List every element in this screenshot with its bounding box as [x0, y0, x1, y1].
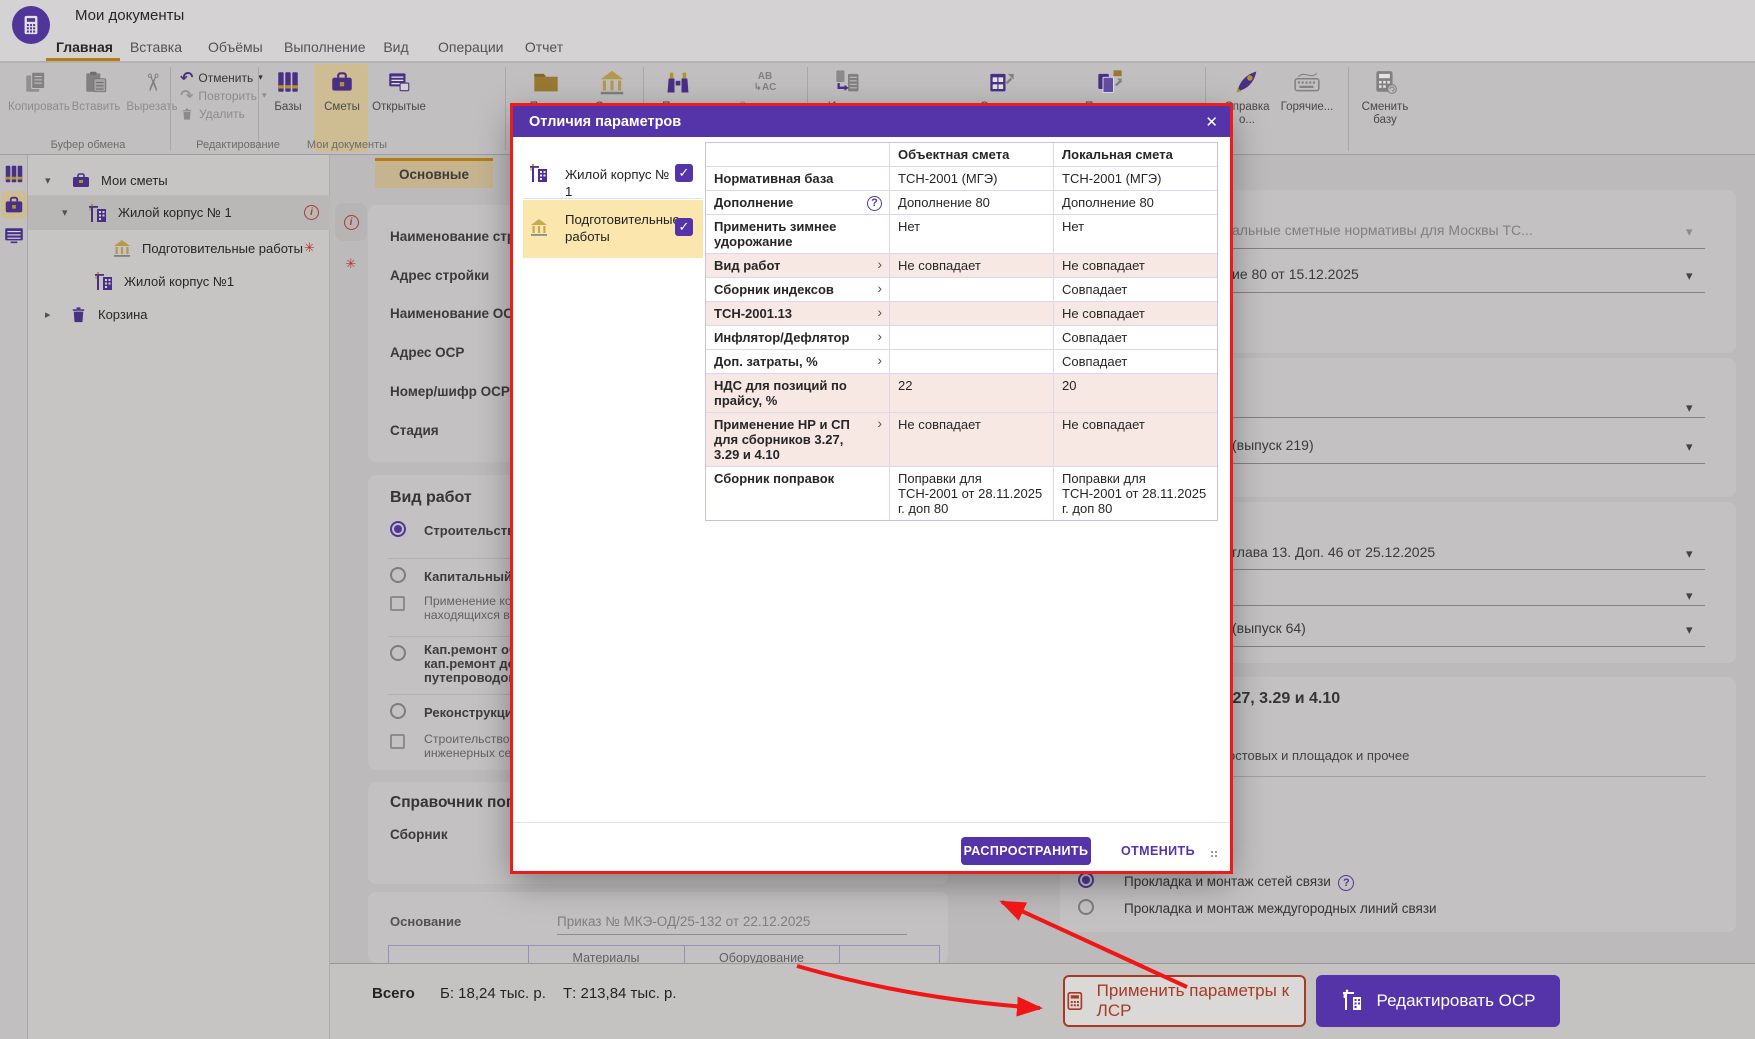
table-row-expandable[interactable]: Инфлятор/Дефлятор› Совпадает	[706, 326, 1217, 350]
dialog-list-item-housing[interactable]: Жилой корпус № 1 ✓	[523, 150, 703, 199]
close-icon[interactable]: ✕	[1205, 113, 1218, 131]
dialog-footer-divider	[513, 822, 1230, 823]
chevron-right-icon: ›	[877, 353, 882, 368]
table-row-expandable[interactable]: Сборник индексов› Совпадает	[706, 278, 1217, 302]
dialog-title: Отличия параметров	[529, 114, 681, 130]
crane-building-icon	[529, 163, 549, 183]
help-icon[interactable]: ?	[867, 196, 882, 211]
house-icon	[529, 217, 549, 237]
calculator-icon	[1065, 990, 1085, 1012]
dialog-list-item-podgotovitelnye[interactable]: Подготовительные работы ✓	[523, 200, 703, 258]
chevron-right-icon: ›	[877, 257, 882, 272]
table-row: НДС для позиций по прайсу, %2220	[706, 374, 1217, 413]
chevron-right-icon: ›	[877, 305, 882, 320]
apply-params-lsr-button[interactable]: Применить параметры к ЛСР	[1063, 975, 1306, 1027]
spread-button[interactable]: РАСПРОСТРАНИТЬ	[961, 837, 1091, 865]
checkbox-checked[interactable]: ✓	[675, 164, 693, 182]
crane-icon	[1341, 989, 1365, 1013]
table-row: Сборник поправокПоправки для ТСН-2001 от…	[706, 467, 1217, 520]
table-header-row: Объектная смета Локальная смета	[706, 143, 1217, 167]
edit-osr-button[interactable]: Редактировать ОСР	[1316, 975, 1560, 1027]
checkbox-checked[interactable]: ✓	[675, 218, 693, 236]
dialog-header[interactable]: Отличия параметров ✕	[513, 106, 1230, 137]
table-row: Применить зимнее удорожаниеНетНет	[706, 215, 1217, 254]
table-row-expandable[interactable]: Вид работ› Не совпадаетНе совпадает	[706, 254, 1217, 278]
resize-handle[interactable]	[1211, 851, 1213, 853]
chevron-right-icon: ›	[877, 281, 882, 296]
table-row: Дополнение? Дополнение 80Дополнение 80	[706, 191, 1217, 215]
chevron-right-icon: ›	[877, 416, 882, 431]
param-diff-table: Объектная смета Локальная смета Норматив…	[705, 142, 1218, 521]
param-diff-dialog: Отличия параметров ✕ Жилой корпус № 1 ✓ …	[513, 106, 1230, 871]
cancel-button[interactable]: ОТМЕНИТЬ	[1113, 837, 1203, 865]
table-row-expandable[interactable]: ТСН-2001.13› Не совпадает	[706, 302, 1217, 326]
chevron-right-icon: ›	[877, 329, 882, 344]
table-row: Нормативная базаТСН-2001 (МГЭ)ТСН-2001 (…	[706, 167, 1217, 191]
table-row-expandable[interactable]: Доп. затраты, %› Совпадает	[706, 350, 1217, 374]
table-row-expandable[interactable]: Применение НР и СП для сборников 3.27, 3…	[706, 413, 1217, 467]
